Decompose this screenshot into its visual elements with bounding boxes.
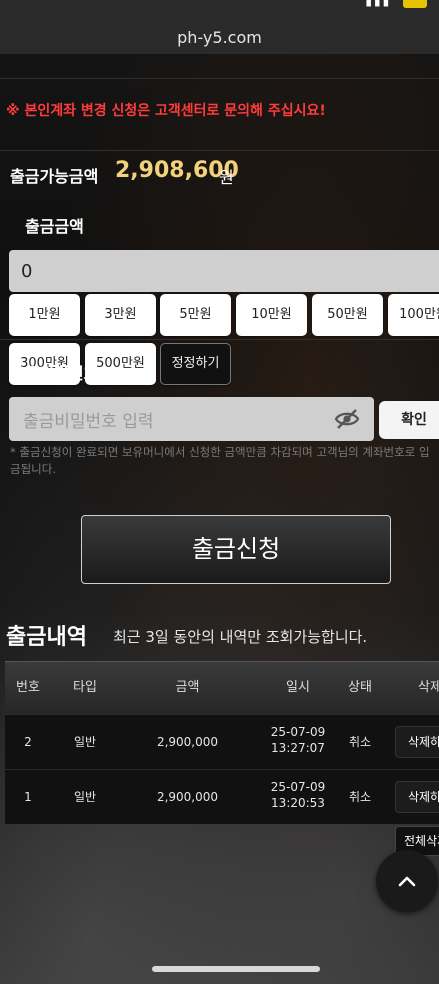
cell-time: 13:27:07	[271, 741, 325, 755]
cell-type: 일반	[73, 735, 97, 749]
withdraw-amount-input[interactable]	[9, 250, 439, 292]
cell-amount: 2,900,000	[156, 735, 219, 749]
quick-amount-50man-button[interactable]: 50만원	[312, 294, 383, 336]
history-title: 출금내역	[6, 625, 87, 650]
available-amount-label: 출금가능금액	[10, 167, 99, 186]
quick-amount-1man-button[interactable]: 1만원	[9, 294, 80, 336]
col-header-amount: 금액	[175, 680, 200, 695]
cell-amount: 2,900,000	[156, 790, 219, 804]
account-change-notice: ※ 본인계좌 변경 신청은 고객센터로 문의해 주십시요!	[6, 103, 326, 119]
cell-no: 1	[24, 790, 32, 804]
cell-datetime: 25-07-09 13:27:07	[258, 724, 338, 756]
col-header-status: 상태	[348, 680, 372, 695]
col-header-date: 일시	[286, 680, 310, 695]
delete-row-button[interactable]: 삭제하기	[395, 781, 439, 813]
cell-status: 취소	[348, 735, 372, 749]
cell-date: 25-07-09	[270, 780, 326, 794]
cell-date: 25-07-09	[270, 725, 326, 739]
col-header-no: 번호	[16, 680, 40, 695]
divider	[0, 339, 439, 340]
password-placeholder: 출금비밀번호 입력	[23, 412, 154, 432]
status-icons: ▮▮▮	[365, 0, 427, 8]
quick-amount-5man-button[interactable]: 5만원	[160, 294, 231, 336]
cell-datetime: 25-07-09 13:20:53	[258, 779, 338, 811]
eye-off-icon[interactable]	[334, 408, 360, 430]
status-bar: ▮▮▮	[0, 0, 439, 24]
home-indicator	[152, 966, 320, 972]
divider	[0, 150, 439, 151]
reset-amount-button[interactable]: 정정하기	[160, 343, 231, 385]
scroll-top-button[interactable]	[376, 850, 438, 912]
withdraw-submit-button[interactable]: 출금신청	[81, 515, 391, 584]
withdraw-note: * 출금신청이 완료되면 보유머니에서 신청한 금액만큼 차감되며 고객님의 계…	[10, 445, 430, 476]
battery-icon	[403, 0, 427, 8]
table-row: 1 일반 2,900,000 25-07-09 13:20:53 취소 삭제하기	[5, 769, 439, 824]
table-row: 2 일반 2,900,000 25-07-09 13:27:07 취소 삭제하기	[5, 714, 439, 769]
url-bar[interactable]: ph-y5.com	[0, 24, 439, 54]
cell-no: 2	[24, 735, 32, 749]
quick-amount-10man-button[interactable]: 10만원	[236, 294, 307, 336]
withdraw-amount-label: 출금금액	[25, 217, 84, 236]
chevron-up-icon	[398, 876, 416, 887]
cell-type: 일반	[73, 790, 97, 804]
history-table: 번호 타입 금액 일시 상태 삭제 2 일반 2,900,000 25-07-0…	[5, 661, 439, 824]
history-subtitle: 최근 3일 동안의 내역만 조회가능합니다.	[113, 628, 368, 646]
withdraw-password-label: 출금비밀번호	[10, 364, 99, 383]
withdraw-password-field[interactable]: 출금비밀번호 입력	[9, 397, 374, 441]
table-header: 번호 타입 금액 일시 상태 삭제	[5, 661, 439, 714]
cell-status: 취소	[348, 790, 372, 804]
cell-time: 13:20:53	[271, 796, 325, 810]
page-background: ※ 본인계좌 변경 신청은 고객센터로 문의해 주십시요! 출금가능금액 2,9…	[0, 54, 439, 984]
delete-row-button[interactable]: 삭제하기	[395, 726, 439, 758]
password-confirm-button[interactable]: 확인	[379, 401, 439, 439]
col-header-type: 타입	[73, 680, 97, 695]
available-amount-unit: 원	[219, 168, 234, 187]
col-header-delete: 삭제	[418, 680, 439, 695]
quick-amount-3man-button[interactable]: 3만원	[85, 294, 156, 336]
divider	[0, 78, 439, 79]
quick-amount-100man-button[interactable]: 100만원	[388, 294, 439, 336]
